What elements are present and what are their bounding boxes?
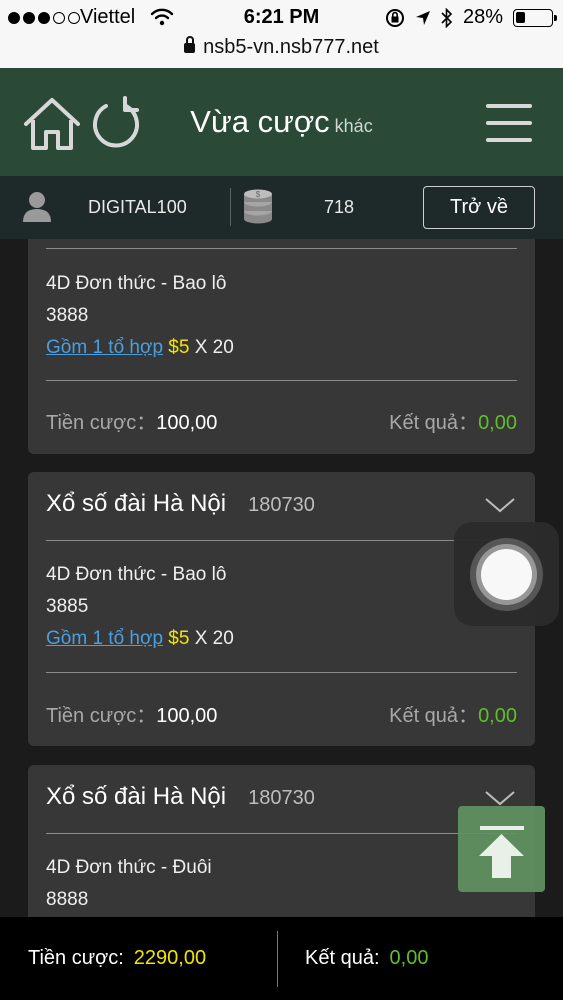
coins-icon: $ [244, 189, 272, 224]
total-stake-value: 2290,00 [133, 947, 207, 969]
bet-card: 4D Đơn thức - Bao lô 3888 Gồm 1 tổ hợp $… [28, 239, 535, 454]
result-row: Kết quả：0,00 [389, 699, 517, 728]
card-divider [46, 248, 517, 249]
total-result: Kết quả: 0,00 [305, 947, 428, 970]
result-value: 0,00 [478, 705, 517, 727]
bet-combo-row: Gồm 1 tổ hợp $5 X 20 [46, 337, 234, 359]
bet-number: 3888 [46, 305, 89, 326]
bet-type: 4D Đơn thức - Bao lô [46, 564, 227, 585]
divider [277, 931, 278, 987]
bet-number: 8888 [46, 889, 89, 910]
bet-multiplier: X 20 [194, 628, 234, 649]
stake-row: Tiền cược：100,00 [46, 406, 217, 435]
stake-label: Tiền cược [46, 412, 137, 434]
user-bar: DIGITAL100 $ 718 Trở về [0, 176, 563, 239]
chevron-down-icon[interactable] [484, 789, 516, 807]
username: DIGITAL100 [88, 197, 187, 217]
card-divider [46, 540, 517, 541]
assistive-touch-button[interactable] [454, 522, 559, 626]
result-value: 0,00 [478, 412, 517, 434]
bet-amount: $5 [168, 628, 190, 649]
menu-icon[interactable] [486, 104, 532, 142]
page-title: Vừa cược [190, 104, 330, 139]
card-divider [46, 833, 517, 834]
colon: ： [136, 412, 157, 434]
colon: ： [458, 412, 479, 434]
total-result-label: Kết quả: [305, 947, 380, 969]
balance-value: 718 [324, 197, 355, 217]
bet-type: 4D Đơn thức - Bao lô [46, 273, 227, 294]
lottery-name: Xổ số đài Hà Nội [46, 490, 227, 517]
battery-percentage: 28% [462, 6, 503, 28]
total-stake-label: Tiền cược: [28, 947, 124, 969]
result-label: Kết quả [389, 705, 459, 727]
card-header[interactable]: Xổ số đài Hà Nội 180730 [46, 783, 516, 817]
orientation-lock-icon [385, 8, 404, 27]
svg-text:$: $ [256, 190, 261, 199]
card-divider [46, 380, 517, 381]
lock-icon [184, 36, 196, 53]
address-bar[interactable]: nsb5-vn.nsb777.net [0, 36, 563, 59]
draw-code: 180730 [248, 787, 315, 809]
colon: ： [136, 705, 157, 727]
chevron-down-icon[interactable] [484, 496, 516, 514]
card-header[interactable]: Xổ số đài Hà Nội 180730 [46, 490, 516, 524]
bet-combo-row: Gồm 1 tổ hợp $5 X 20 [46, 628, 234, 650]
bet-type: 4D Đơn thức - Đuôi [46, 857, 212, 878]
colon: ： [458, 705, 479, 727]
status-bar: Viettel 6:21 PM 28% nsb5-vn.nsb777.net [0, 0, 563, 68]
total-result-value: 0,00 [389, 947, 429, 969]
combo-link[interactable]: Gồm 1 tổ hợp [46, 337, 163, 358]
user-icon [23, 192, 51, 222]
card-divider [46, 672, 517, 673]
back-button[interactable]: Trở về [423, 186, 535, 229]
bet-multiplier: X 20 [194, 337, 234, 358]
battery-icon [513, 8, 557, 27]
url-text: nsb5-vn.nsb777.net [203, 36, 379, 58]
bet-amount: $5 [168, 337, 190, 358]
total-stake: Tiền cược: 2290,00 [28, 947, 206, 970]
arrow-up-icon [479, 826, 524, 878]
result-row: Kết quả：0,00 [389, 406, 517, 435]
location-icon [415, 10, 430, 25]
summary-bar: Tiền cược: 2290,00 Kết quả: 0,00 [0, 917, 563, 1000]
stake-value: 100,00 [156, 705, 218, 727]
divider [230, 188, 231, 226]
app-header: Vừa cược khác [0, 68, 563, 176]
scroll-to-top-button[interactable] [458, 806, 545, 892]
combo-link[interactable]: Gồm 1 tổ hợp [46, 628, 163, 649]
stake-label: Tiền cược [46, 705, 137, 727]
bet-number: 3885 [46, 596, 89, 617]
stake-row: Tiền cược：100,00 [46, 699, 217, 728]
stake-value: 100,00 [156, 412, 218, 434]
bluetooth-icon [441, 7, 453, 28]
result-label: Kết quả [389, 412, 459, 434]
lottery-name: Xổ số đài Hà Nội [46, 783, 227, 810]
draw-code: 180730 [248, 494, 315, 516]
page-subtitle: khác [334, 116, 373, 136]
